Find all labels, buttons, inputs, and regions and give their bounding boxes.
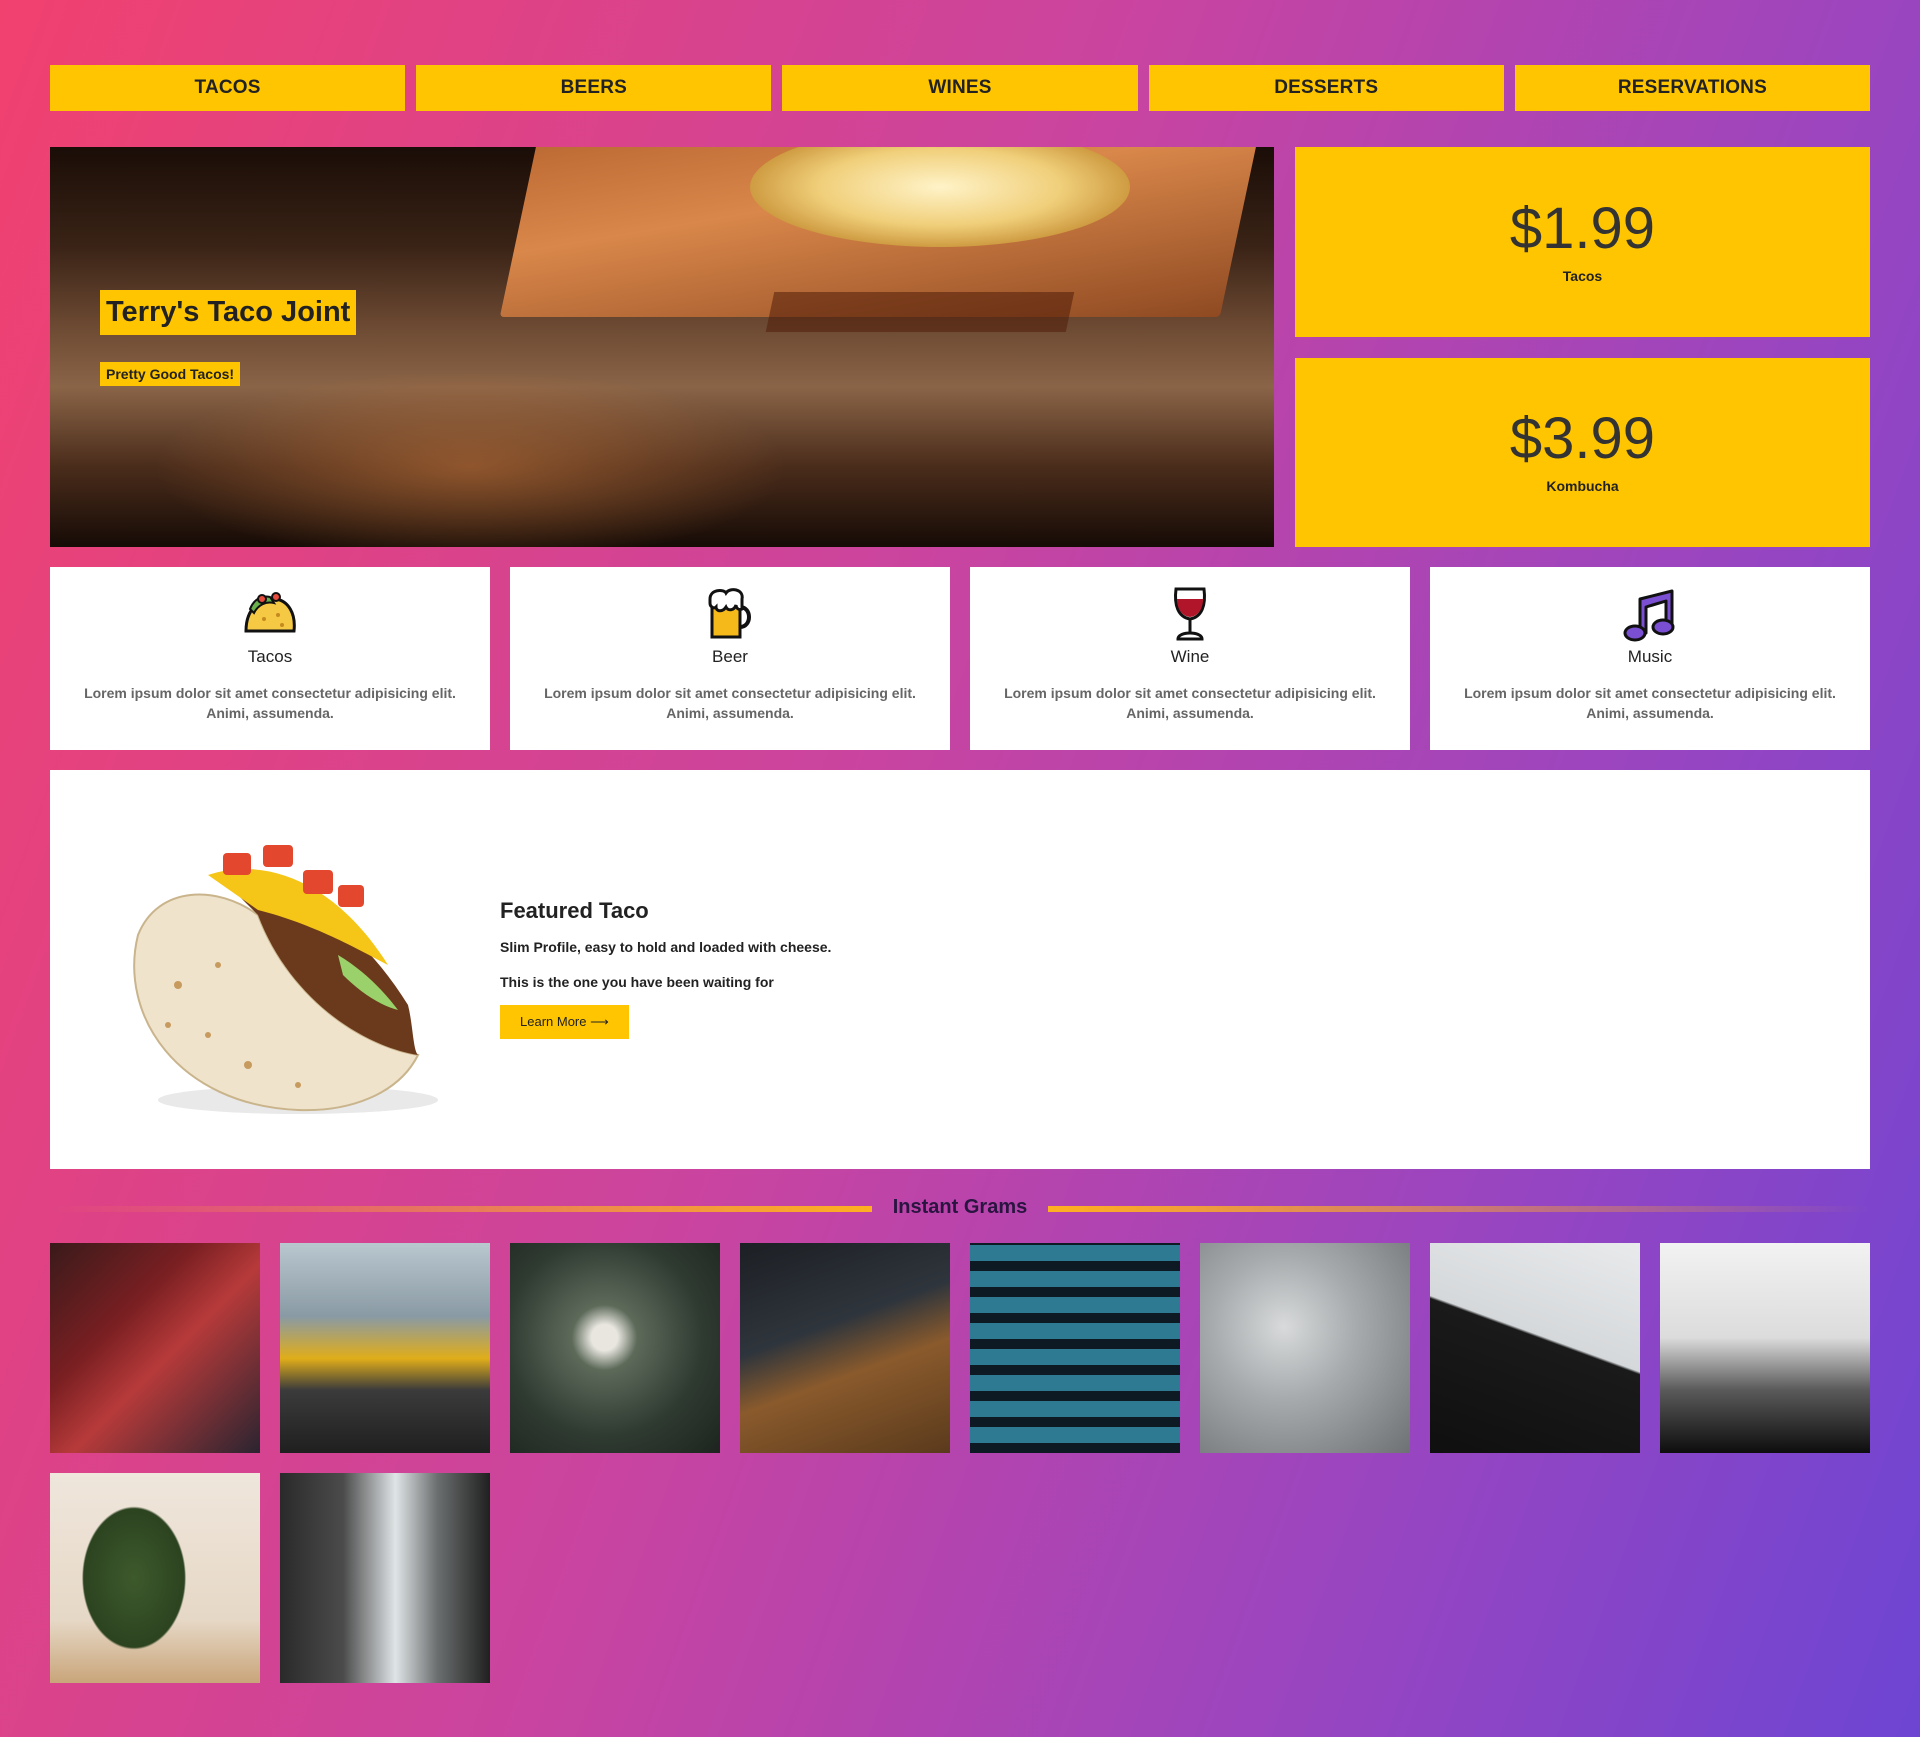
feature-description: Lorem ipsum dolor sit amet consectetur a…	[1464, 685, 1836, 721]
feature-name: Music	[1627, 647, 1673, 666]
nav-desserts[interactable]: DESSERTS	[1148, 65, 1504, 111]
feature-description: Lorem ipsum dolor sit amet consectetur a…	[84, 685, 456, 721]
wine-glass-icon	[1160, 585, 1220, 643]
photo-coffee-cup[interactable]	[1430, 1243, 1640, 1453]
feature-description: Lorem ipsum dolor sit amet consectetur a…	[1004, 685, 1376, 721]
nav-reservations[interactable]: RESERVATIONS	[1514, 65, 1871, 111]
main-nav: TACOS BEERS WINES DESSERTS RESERVATIONS	[50, 65, 1871, 111]
price-cards: $1.99 Tacos $3.99 Kombucha	[1295, 147, 1870, 547]
feature-card-wine: Wine Lorem ipsum dolor sit amet consecte…	[970, 567, 1410, 750]
instant-grams-header: Instant Grams	[50, 1191, 1870, 1223]
feature-name: Beer	[712, 647, 748, 666]
feature-name: Tacos	[247, 647, 293, 666]
feature-card-tacos: Tacos Lorem ipsum dolor sit amet consect…	[50, 567, 490, 750]
taco-icon	[240, 585, 300, 643]
featured-title: Featured Taco	[500, 898, 649, 923]
learn-more-button[interactable]: Learn More ⟶	[500, 1005, 629, 1039]
featured-taco-image	[98, 815, 448, 1120]
nav-wines[interactable]: WINES	[782, 65, 1138, 111]
nav-tacos[interactable]: TACOS	[50, 65, 406, 111]
instant-grams-section: Instant Grams	[50, 1191, 1870, 1683]
price-amount: $1.99	[1509, 195, 1656, 261]
price-amount: $3.99	[1509, 406, 1656, 472]
price-card-kombucha: $3.99 Kombucha	[1295, 357, 1870, 547]
featured-taco-section: Featured Taco Slim Profile, easy to hold…	[50, 770, 1870, 1169]
photo-red-palace[interactable]	[50, 1243, 260, 1453]
features-row: Tacos Lorem ipsum dolor sit amet consect…	[50, 567, 1870, 750]
photo-christmas-tree[interactable]	[50, 1473, 260, 1683]
price-card-tacos: $1.99 Tacos	[1295, 147, 1870, 337]
feature-card-beer: Beer Lorem ipsum dolor sit amet consecte…	[510, 567, 950, 750]
price-label: Tacos	[1562, 267, 1603, 284]
header-divider-right	[1048, 1206, 1870, 1212]
header-divider-left	[50, 1206, 872, 1212]
photo-desk-setup[interactable]	[740, 1243, 950, 1453]
hero-title: Terry's Taco Joint	[100, 290, 357, 335]
photo-kitchen[interactable]	[280, 1473, 490, 1683]
nav-beers[interactable]: BEERS	[416, 65, 772, 111]
feature-name: Wine	[1170, 647, 1210, 666]
photo-yellow-car[interactable]	[280, 1243, 490, 1453]
instant-grams-grid	[50, 1243, 1870, 1683]
price-label: Kombucha	[1546, 478, 1619, 495]
feature-description: Lorem ipsum dolor sit amet consectetur a…	[544, 685, 916, 721]
photo-white-blossom[interactable]	[510, 1243, 720, 1453]
instant-grams-title: Instant Grams	[892, 1195, 1028, 1218]
beer-mug-icon	[700, 585, 760, 643]
featured-line-1: Slim Profile, easy to hold and loaded wi…	[500, 939, 832, 955]
photo-tiled-hall[interactable]	[970, 1243, 1180, 1453]
top-section: Terry's Taco Joint Pretty Good Tacos! $1…	[50, 147, 1870, 547]
hero-banner: Terry's Taco Joint Pretty Good Tacos!	[50, 147, 1274, 547]
photo-foggy-forest[interactable]	[1660, 1243, 1870, 1453]
photo-frosted-branches[interactable]	[1200, 1243, 1410, 1453]
feature-card-music: Music Lorem ipsum dolor sit amet consect…	[1430, 567, 1870, 750]
page: TACOS BEERS WINES DESSERTS RESERVATIONS …	[50, 65, 1871, 1683]
music-note-icon	[1620, 585, 1680, 643]
hero-subtitle: Pretty Good Tacos!	[100, 362, 241, 386]
featured-info: Featured Taco Slim Profile, easy to hold…	[500, 898, 831, 1039]
featured-line-2: This is the one you have been waiting fo…	[500, 974, 774, 990]
hero-board-slot	[765, 292, 1075, 332]
